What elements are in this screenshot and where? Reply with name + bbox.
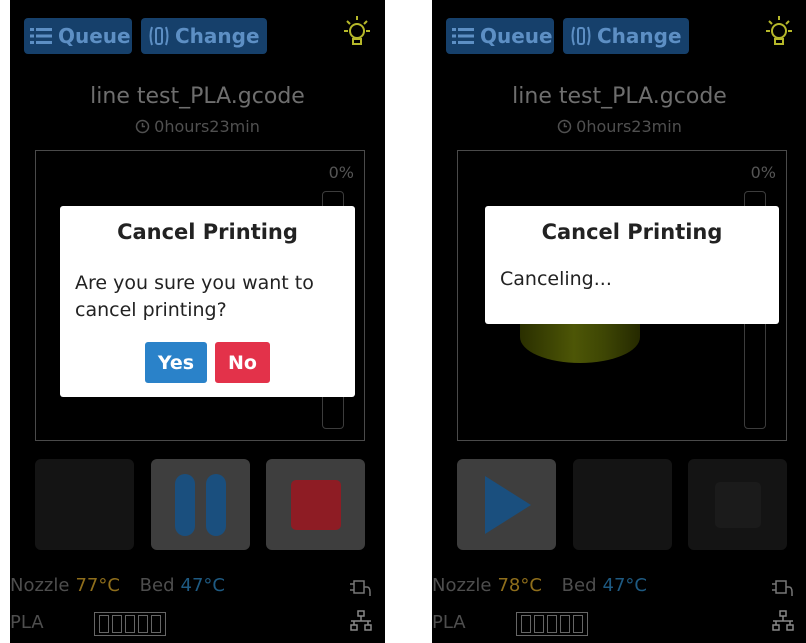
temperature-row: Nozzle 77°C Bed 47°C bbox=[10, 575, 231, 596]
clock-icon bbox=[557, 119, 572, 134]
dialog-title: Cancel Printing bbox=[541, 220, 723, 244]
control-slot-empty bbox=[573, 459, 672, 550]
pause-button[interactable] bbox=[151, 459, 250, 550]
file-name: line test_PLA.gcode bbox=[512, 84, 727, 109]
dialog-message: Canceling... bbox=[500, 268, 612, 290]
queue-label: Queue bbox=[58, 24, 131, 48]
queue-button[interactable]: Queue bbox=[446, 18, 554, 54]
change-filament-button[interactable]: Change bbox=[141, 18, 267, 54]
dialog-message: Are you sure you want to cancel printing… bbox=[75, 272, 314, 321]
bed-temp: 47°C bbox=[180, 575, 226, 596]
filament-gauge bbox=[94, 612, 166, 636]
clock-icon bbox=[135, 119, 150, 134]
no-button[interactable]: No bbox=[215, 342, 270, 383]
nozzle-temp: 77°C bbox=[75, 575, 120, 596]
eta-row: 0hours23min bbox=[432, 117, 806, 136]
file-name: line test_PLA.gcode bbox=[90, 84, 305, 109]
stop-icon bbox=[715, 482, 761, 528]
printer-screen-canceling: Queue Change line test_PLA.gcode 0hours2… bbox=[432, 0, 806, 643]
temperature-row: Nozzle 78°C Bed 47°C bbox=[432, 575, 653, 596]
queue-button[interactable]: Queue bbox=[24, 18, 132, 54]
filament-gauge bbox=[516, 612, 588, 636]
resume-button[interactable] bbox=[457, 459, 556, 550]
material-label: PLA bbox=[432, 612, 466, 633]
nozzle-label: Nozzle bbox=[432, 575, 492, 596]
stop-button-disabled bbox=[688, 459, 787, 550]
yes-button[interactable]: Yes bbox=[145, 342, 207, 383]
cancel-confirm-dialog: Cancel Printing Are you sure you want to… bbox=[60, 206, 355, 397]
change-label: Change bbox=[175, 24, 260, 48]
dialog-title: Cancel Printing bbox=[117, 220, 298, 244]
eta-text: 0hours23min bbox=[576, 117, 682, 136]
stop-button[interactable] bbox=[266, 459, 365, 550]
change-filament-button[interactable]: Change bbox=[563, 18, 689, 54]
filament-icon bbox=[571, 24, 591, 48]
bulb-icon[interactable] bbox=[340, 14, 374, 54]
change-label: Change bbox=[597, 24, 682, 48]
plug-icon bbox=[349, 578, 373, 602]
progress-percent: 0% bbox=[750, 163, 776, 182]
printer-screen-confirm: Queue Change line test_PLA.gcode 0hours2… bbox=[10, 0, 385, 643]
bulb-icon[interactable] bbox=[762, 14, 796, 54]
control-slot-empty bbox=[35, 459, 134, 550]
bed-temp: 47°C bbox=[602, 575, 648, 596]
network-icon bbox=[771, 610, 795, 636]
nozzle-label: Nozzle bbox=[10, 575, 70, 596]
progress-percent: 0% bbox=[328, 163, 354, 182]
canceling-dialog: Cancel Printing Canceling... bbox=[485, 206, 779, 324]
material-label: PLA bbox=[10, 612, 44, 633]
plug-icon bbox=[771, 578, 795, 602]
filament-icon bbox=[149, 24, 169, 48]
list-icon bbox=[452, 27, 474, 45]
nozzle-temp: 78°C bbox=[497, 575, 542, 596]
stop-icon bbox=[291, 480, 341, 530]
eta-row: 0hours23min bbox=[10, 117, 385, 136]
queue-label: Queue bbox=[480, 24, 553, 48]
list-icon bbox=[30, 27, 52, 45]
pause-icon bbox=[175, 474, 226, 536]
bed-label: Bed bbox=[561, 575, 597, 596]
bed-label: Bed bbox=[139, 575, 175, 596]
play-icon bbox=[485, 476, 531, 534]
eta-text: 0hours23min bbox=[154, 117, 260, 136]
network-icon bbox=[349, 610, 373, 636]
